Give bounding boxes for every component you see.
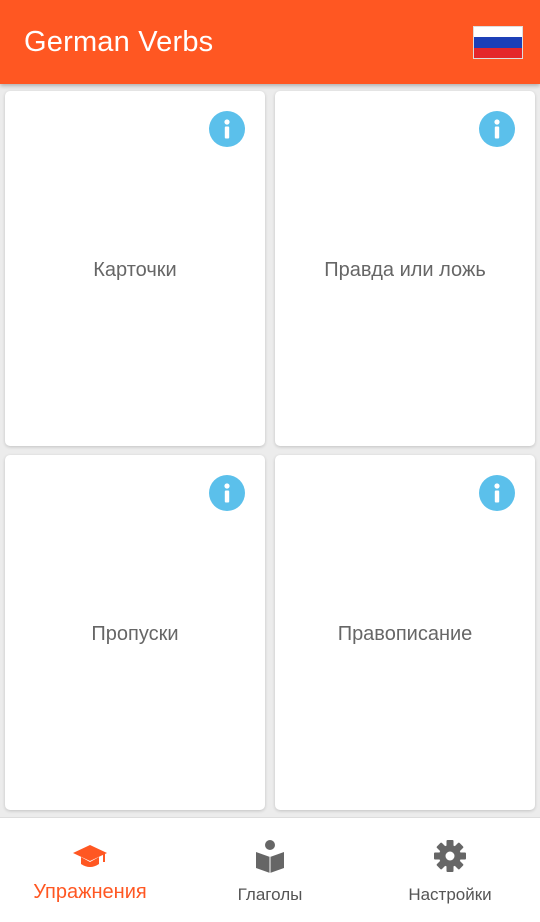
russian-flag-icon bbox=[473, 26, 523, 59]
exercise-card-true-or-false[interactable]: Правда или ложь bbox=[275, 91, 535, 446]
book-reader-icon bbox=[252, 838, 288, 874]
exercise-grid: Карточки Правда или ложь Пропуски Правоп… bbox=[0, 84, 540, 817]
nav-label: Глаголы bbox=[237, 885, 303, 904]
nav-item-settings[interactable]: Настройки bbox=[360, 818, 540, 922]
info-icon bbox=[224, 119, 230, 139]
language-flag-button[interactable] bbox=[473, 26, 523, 59]
app-bar: German Verbs bbox=[0, 0, 540, 84]
nav-item-exercises[interactable]: Упражнения bbox=[0, 818, 180, 922]
exercise-card-label: Карточки bbox=[93, 259, 177, 281]
info-icon bbox=[494, 119, 500, 139]
nav-label: Упражнения bbox=[33, 881, 147, 903]
exercise-card-label: Правда или ложь bbox=[324, 259, 486, 281]
exercise-card-spelling[interactable]: Правописание bbox=[275, 455, 535, 810]
app-screen: German Verbs Карточки Правда или ложь Пр… bbox=[0, 0, 540, 922]
bottom-navigation: Упражнения Глаголы Настройки bbox=[0, 817, 540, 922]
info-button[interactable] bbox=[479, 111, 515, 147]
info-button[interactable] bbox=[479, 475, 515, 511]
exercise-card-flashcards[interactable]: Карточки bbox=[5, 91, 265, 446]
info-icon bbox=[494, 483, 500, 503]
info-button[interactable] bbox=[209, 111, 245, 147]
app-title: German Verbs bbox=[24, 26, 214, 58]
exercise-card-gaps[interactable]: Пропуски bbox=[5, 455, 265, 810]
exercise-card-label: Правописание bbox=[337, 623, 473, 645]
exercise-card-label: Пропуски bbox=[91, 623, 179, 645]
info-button[interactable] bbox=[209, 475, 245, 511]
nav-label: Настройки bbox=[408, 885, 492, 904]
info-icon bbox=[224, 483, 230, 503]
graduation-cap-icon bbox=[72, 838, 108, 874]
gear-icon bbox=[432, 838, 468, 874]
nav-item-verbs[interactable]: Глаголы bbox=[180, 818, 360, 922]
